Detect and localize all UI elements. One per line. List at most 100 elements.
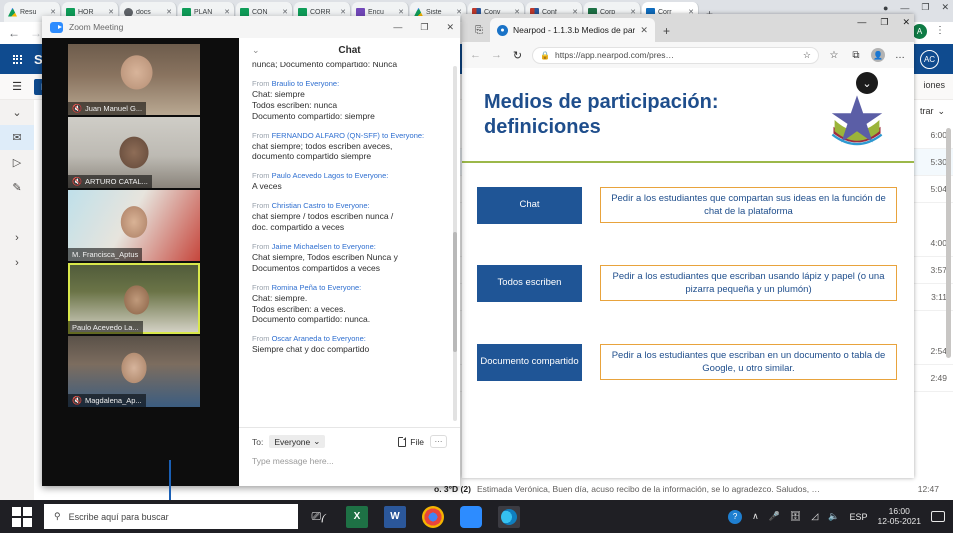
filter-label[interactable]: trar bbox=[920, 106, 934, 116]
sidebar-item-archive[interactable] bbox=[0, 200, 34, 225]
chrome-tab-label: CORR bbox=[310, 9, 337, 16]
close-icon[interactable]: ✕ bbox=[50, 8, 56, 16]
edge-taskbar-icon[interactable] bbox=[498, 506, 520, 528]
wifi-icon[interactable]: ◿ bbox=[811, 511, 818, 522]
close-window-button[interactable]: ✕ bbox=[902, 17, 910, 28]
close-window-button[interactable]: ✕ bbox=[446, 22, 454, 33]
list-item[interactable]: o. 3°D (2) Estimada Verónica, Buen día, … bbox=[434, 481, 953, 497]
taskbar-clock[interactable]: 16:00 12-05-2021 bbox=[878, 507, 921, 526]
sidebar-item-chevron[interactable]: ⌄ bbox=[0, 100, 34, 125]
participant-name: Magdalena_Ap... bbox=[85, 396, 142, 405]
participant-tile-active-speaker[interactable]: Paulo Acevedo La... bbox=[68, 263, 200, 334]
sidebar-item-folder-1[interactable]: › bbox=[0, 225, 34, 250]
minimize-button[interactable]: — bbox=[857, 17, 866, 28]
mail-time: 3:57 bbox=[930, 265, 947, 275]
close-icon[interactable]: ✕ bbox=[340, 8, 346, 16]
forward-icon[interactable]: → bbox=[490, 49, 503, 61]
back-icon[interactable]: ← bbox=[8, 26, 20, 40]
settings-menu-icon[interactable]: … bbox=[893, 50, 907, 61]
send-file-button[interactable]: File bbox=[398, 437, 424, 447]
close-icon[interactable]: ✕ bbox=[282, 8, 288, 16]
participant-tile[interactable]: 🔇 Juan Manuel G... bbox=[68, 44, 200, 115]
excel-taskbar-icon[interactable]: X bbox=[346, 506, 368, 528]
close-icon[interactable]: ✕ bbox=[108, 8, 114, 16]
reload-icon[interactable]: ↻ bbox=[511, 49, 524, 62]
taskbar-search-box[interactable]: ⚲ Escribe aquí para buscar bbox=[44, 504, 298, 529]
mail-time: 12:47 bbox=[918, 484, 939, 494]
recipient-dropdown[interactable]: Everyone ⌄ bbox=[269, 435, 325, 448]
slide-row-0: Chat Pedir a los estudiantes que compart… bbox=[462, 186, 914, 224]
minimize-button[interactable]: — bbox=[900, 3, 909, 13]
chevron-down-icon[interactable]: ⌄ bbox=[252, 45, 260, 56]
hamburger-icon[interactable]: ☰ bbox=[0, 80, 34, 93]
close-icon[interactable]: ✕ bbox=[398, 8, 404, 16]
chevron-down-icon[interactable]: ⌄ bbox=[856, 72, 878, 94]
maximize-button[interactable]: ❐ bbox=[420, 22, 428, 33]
sidebar-item-folder-2[interactable]: › bbox=[0, 250, 34, 275]
participant-tile[interactable]: M. Francisca_Aptus bbox=[68, 190, 200, 261]
address-bar[interactable]: 🔒 https://app.nearpod.com/pres… ☆ bbox=[532, 47, 819, 64]
slide-badge: Todos escriben bbox=[477, 265, 582, 302]
avatar[interactable]: AC bbox=[920, 50, 939, 69]
location-icon[interactable]: ● bbox=[883, 3, 888, 13]
sidebar-item-drafts[interactable]: ✎ bbox=[0, 175, 34, 200]
chat-more-options-button[interactable]: ⋯ bbox=[430, 435, 447, 448]
language-indicator[interactable]: ESP bbox=[850, 512, 868, 522]
volume-icon[interactable]: 🔈 bbox=[828, 511, 839, 522]
sidebar-item-inbox[interactable]: ✉ bbox=[0, 125, 34, 150]
close-icon[interactable]: ✕ bbox=[224, 8, 230, 16]
chrome-menu-icon[interactable]: ⋮ bbox=[935, 25, 945, 36]
chat-message-line: Chat: siempre. bbox=[252, 293, 446, 304]
chat-scrollbar-thumb[interactable] bbox=[453, 232, 457, 352]
tab-actions-icon[interactable]: ⎘ bbox=[468, 18, 490, 42]
onedrive-icon[interactable]: 🗄 bbox=[790, 511, 801, 522]
back-icon[interactable]: ← bbox=[469, 49, 482, 61]
sender-name: Christian Castro bbox=[272, 201, 326, 210]
participant-name: Paulo Acevedo La... bbox=[72, 323, 139, 332]
close-icon[interactable]: ✕ bbox=[640, 25, 648, 36]
window-title: Zoom Meeting bbox=[69, 22, 123, 32]
show-hidden-icons-chevron[interactable]: ∧ bbox=[752, 511, 759, 522]
chat-message-sender: From Romina Peña to Everyone: bbox=[252, 283, 446, 292]
forward-icon[interactable]: → bbox=[30, 26, 42, 40]
microphone-icon[interactable]: 🎤 bbox=[769, 511, 780, 522]
zoom-taskbar-icon[interactable] bbox=[460, 506, 482, 528]
chat-message: From Jaime Michaelsen to Everyone: Chat … bbox=[252, 242, 446, 274]
to-label: To: bbox=[252, 437, 263, 447]
maximize-button[interactable]: ❐ bbox=[921, 2, 929, 13]
sender-name: Braulio bbox=[272, 79, 295, 88]
waffle-icon[interactable] bbox=[0, 55, 34, 64]
system-tray: ? ∧ 🎤 🗄 ◿ 🔈 ESP 16:00 12-05-2021 bbox=[728, 507, 953, 526]
chat-message-input[interactable]: Type message here... bbox=[252, 456, 447, 466]
word-taskbar-icon[interactable]: W bbox=[384, 506, 406, 528]
edge-tab-nearpod[interactable]: ● Nearpod - 1.1.3.b Medios de par ✕ bbox=[490, 18, 655, 42]
participant-tile[interactable]: 🔇 ARTURO CATAL... bbox=[68, 117, 200, 188]
task-view-button[interactable]: ⎚⎛ bbox=[298, 509, 340, 524]
new-tab-button[interactable]: + bbox=[663, 24, 670, 38]
recipient: to Everyone: bbox=[382, 131, 424, 140]
maximize-button[interactable]: ❐ bbox=[880, 17, 888, 28]
close-window-button[interactable]: ✕ bbox=[941, 2, 949, 13]
close-icon[interactable]: ✕ bbox=[166, 8, 172, 16]
profile-avatar-icon[interactable]: 👤 bbox=[871, 48, 885, 62]
favorites-icon[interactable]: ☆ bbox=[827, 50, 841, 61]
participant-name-badge: M. Francisca_Aptus bbox=[68, 248, 142, 261]
chrome-profile-avatar[interactable]: A bbox=[912, 24, 927, 39]
start-button[interactable] bbox=[0, 500, 44, 533]
help-icon[interactable]: ? bbox=[728, 510, 742, 524]
divider bbox=[462, 161, 914, 163]
sender-name: FERNANDO ALFARO (QN-SFF) bbox=[272, 131, 380, 140]
collections-icon[interactable]: ⧉ bbox=[849, 50, 863, 61]
message-list-scrollbar[interactable] bbox=[946, 128, 951, 358]
participant-tile[interactable]: 🔇 Magdalena_Ap... bbox=[68, 336, 200, 407]
notifications-icon[interactable] bbox=[931, 511, 945, 522]
chevron-down-icon[interactable]: ⌄ bbox=[937, 106, 945, 117]
nearpod-edge-window: ⎘ ● Nearpod - 1.1.3.b Medios de par ✕ + … bbox=[462, 14, 914, 478]
add-favorite-icon[interactable]: ☆ bbox=[803, 50, 811, 61]
chrome-taskbar-icon[interactable] bbox=[422, 506, 444, 528]
slide-description: Pedir a los estudiantes que compartan su… bbox=[600, 187, 897, 224]
minimize-button[interactable]: — bbox=[393, 22, 402, 32]
sidebar-item-sent[interactable]: ▷ bbox=[0, 150, 34, 175]
chat-message-sender: From Paulo Acevedo Lagos to Everyone: bbox=[252, 171, 446, 180]
chat-message-list[interactable]: respuesta por usted; Todos escriben: A n… bbox=[239, 62, 460, 427]
